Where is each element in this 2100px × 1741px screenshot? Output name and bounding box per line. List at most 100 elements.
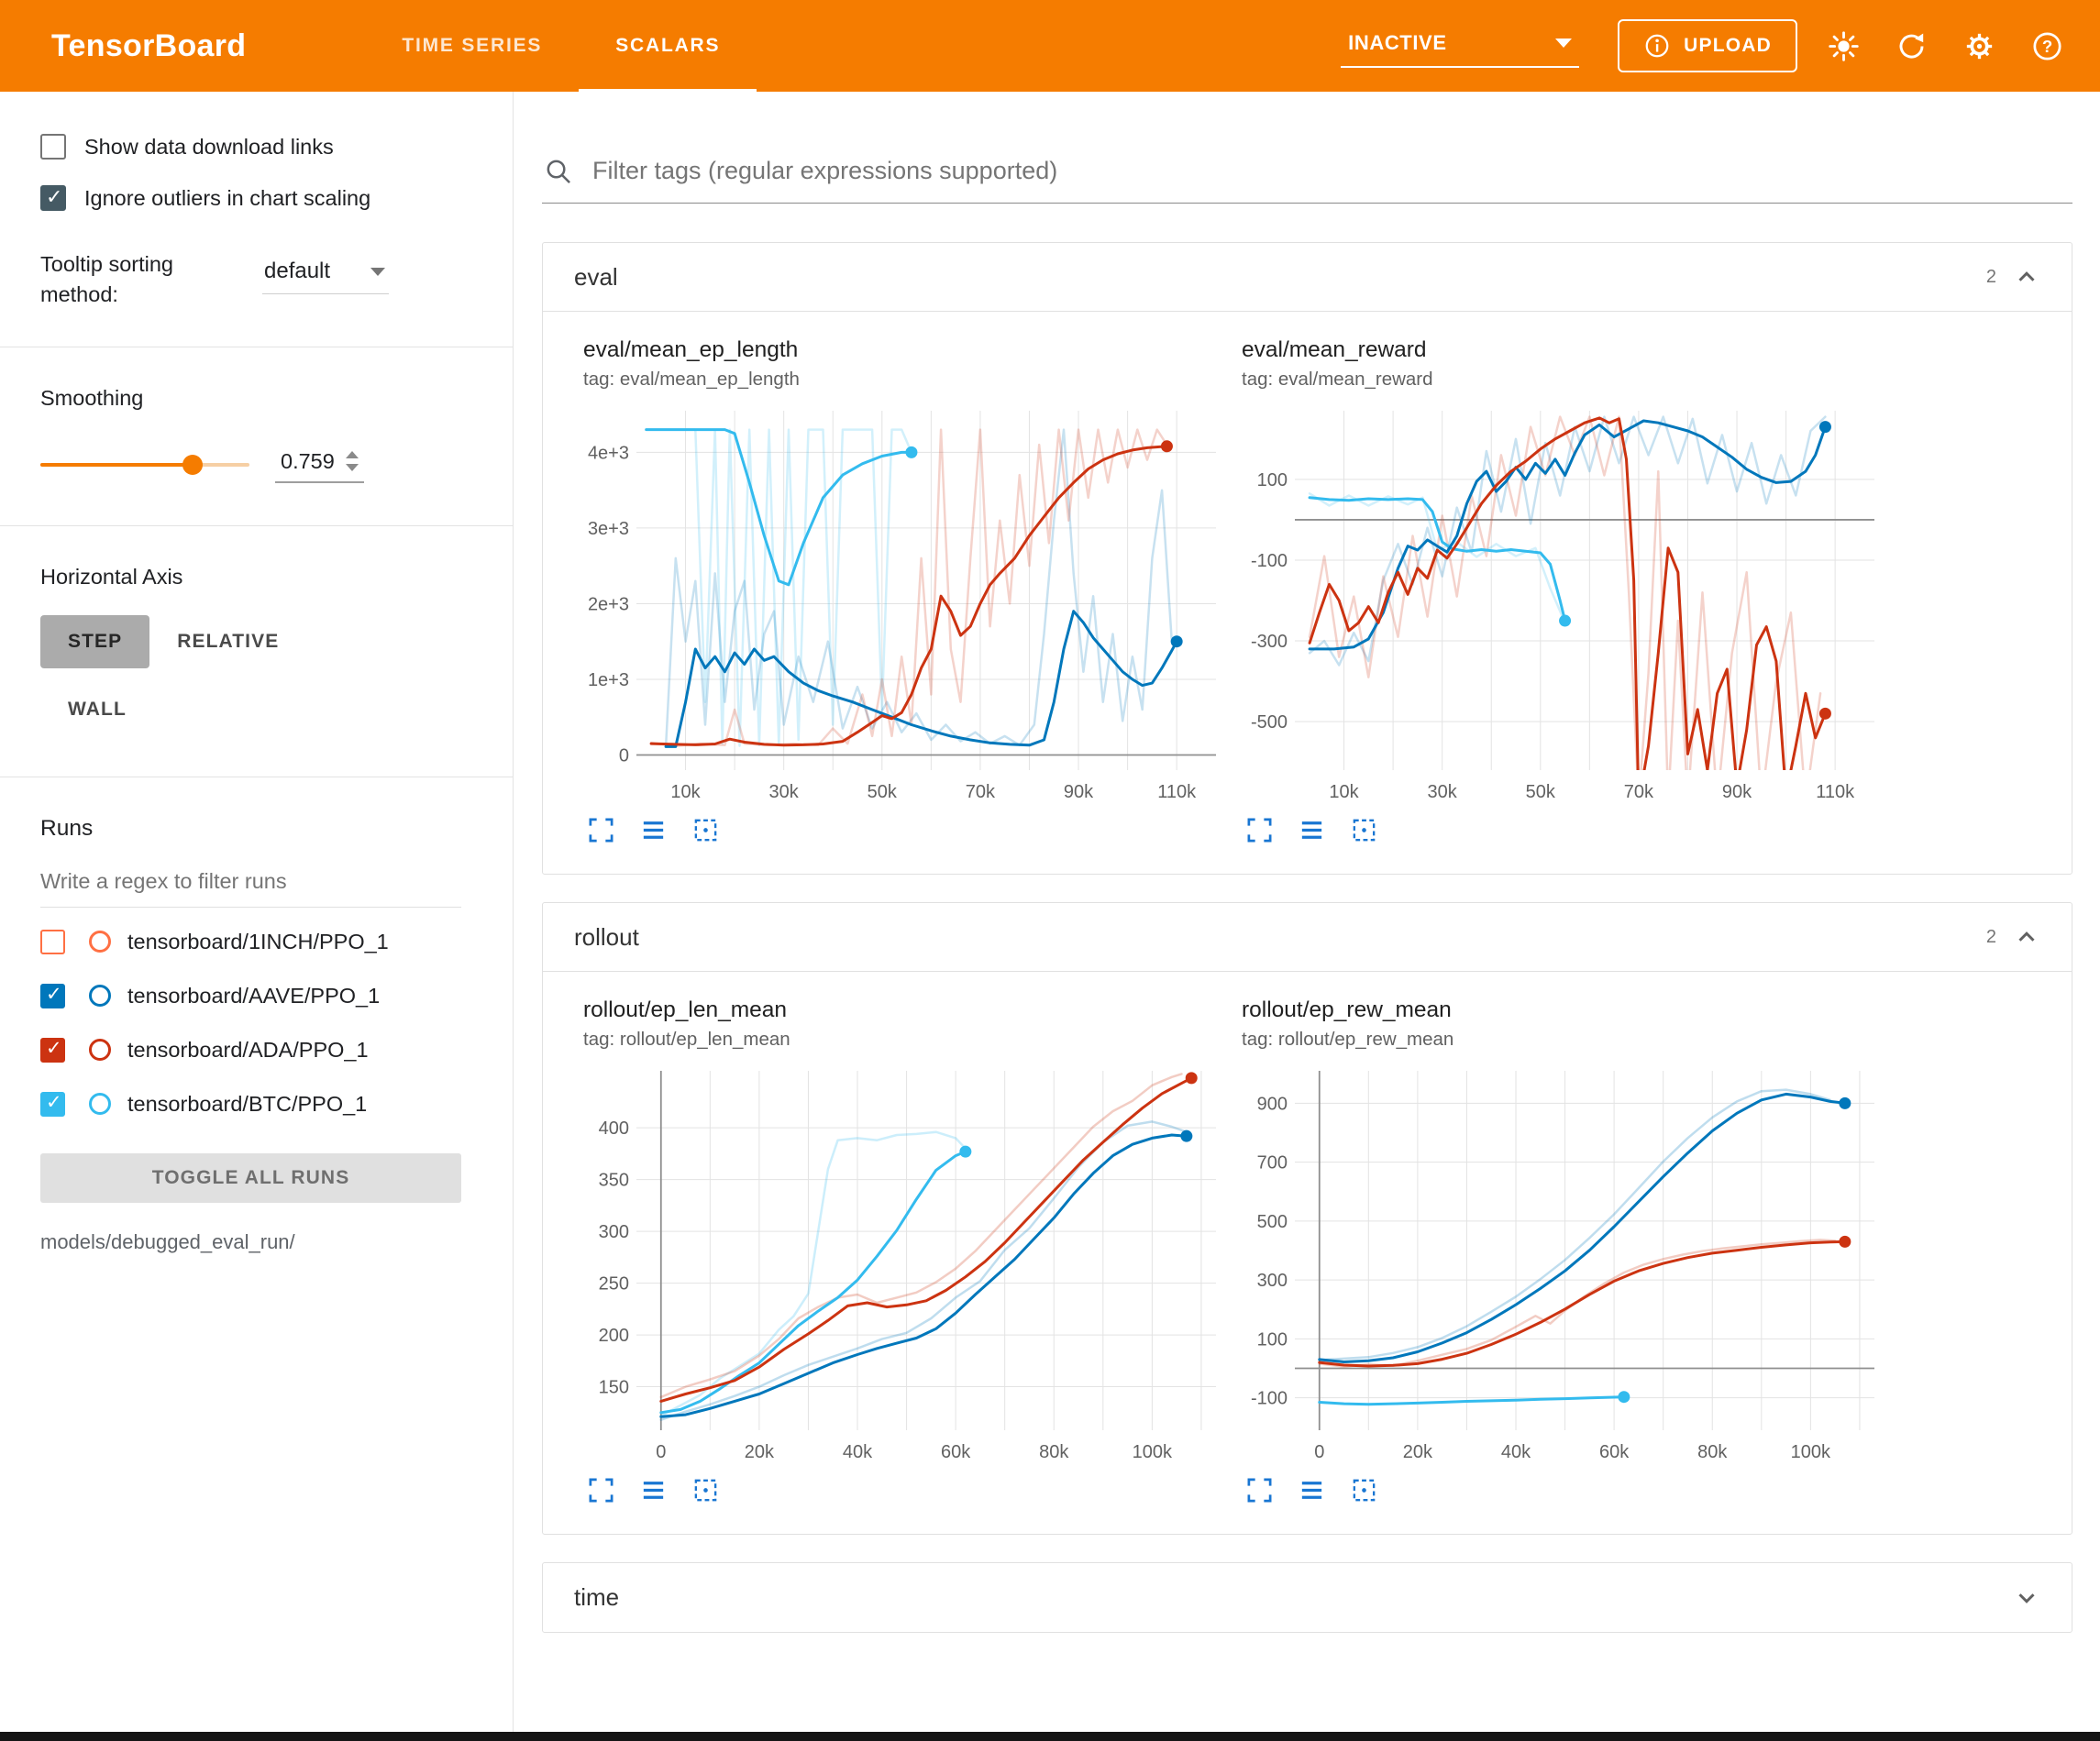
fullscreen-icon[interactable]: [1245, 1476, 1274, 1504]
tag-filter-row: [542, 156, 2072, 204]
run-row[interactable]: tensorboard/ADA/PPO_1: [40, 1023, 498, 1077]
data-table-icon[interactable]: [1298, 816, 1326, 844]
chart-canvas-c1[interactable]: 10k30k50k70k90k110k01e+32e+33e+34e+3: [583, 403, 1225, 807]
section-title: rollout: [574, 923, 639, 952]
run-color-circle: [89, 985, 111, 1007]
help-icon[interactable]: ?: [2025, 24, 2069, 68]
section-header-right: 2: [1986, 263, 2040, 291]
section-title: time: [574, 1583, 619, 1612]
chart-toolbar: [1245, 1476, 1884, 1504]
chart-title: eval/mean_reward: [1242, 337, 1884, 363]
run-label: tensorboard/1INCH/PPO_1: [127, 930, 389, 954]
ignore-outliers-checkbox[interactable]: [40, 185, 66, 211]
number-spinner[interactable]: [346, 451, 359, 471]
svg-text:10k: 10k: [1329, 782, 1359, 802]
svg-text:40k: 40k: [843, 1442, 873, 1462]
upload-button[interactable]: UPLOAD: [1618, 19, 1797, 72]
sections: eval2eval/mean_ep_lengthtag: eval/mean_e…: [542, 242, 2072, 1633]
run-row[interactable]: tensorboard/1INCH/PPO_1: [40, 915, 498, 969]
fit-domain-icon[interactable]: [1350, 816, 1378, 844]
chart-canvas-c3[interactable]: 020k40k60k80k100k150200250300350400: [583, 1063, 1225, 1467]
svg-text:40k: 40k: [1501, 1442, 1531, 1462]
axis-relative-button[interactable]: RELATIVE: [149, 615, 306, 668]
svg-text:100k: 100k: [1791, 1442, 1831, 1462]
tag-filter-input[interactable]: [591, 156, 2069, 186]
svg-text:110k: 110k: [1157, 782, 1197, 802]
smoothing-value: 0.759: [281, 449, 335, 474]
svg-text:50k: 50k: [868, 782, 898, 802]
axis-wall-button[interactable]: WALL: [40, 683, 154, 736]
svg-text:0: 0: [1314, 1442, 1324, 1462]
info-icon: [1643, 32, 1671, 60]
svg-text:-300: -300: [1251, 632, 1288, 652]
fit-domain-icon[interactable]: [1350, 1476, 1378, 1504]
section-header-right: 2: [1986, 923, 2040, 951]
settings-gear-icon[interactable]: [1957, 24, 2001, 68]
svg-text:500: 500: [1257, 1212, 1288, 1232]
run-checkbox[interactable]: [40, 930, 65, 954]
smoothing-value-input[interactable]: 0.759: [275, 447, 364, 483]
svg-text:30k: 30k: [1428, 782, 1458, 802]
run-color-circle: [89, 1039, 111, 1061]
svg-text:70k: 70k: [966, 782, 996, 802]
runs-filter-input[interactable]: [40, 869, 461, 908]
svg-text:100k: 100k: [1133, 1442, 1173, 1462]
brightness-icon[interactable]: [1821, 24, 1865, 68]
tab-scalars[interactable]: SCALARS: [579, 0, 757, 92]
runs-list: tensorboard/1INCH/PPO_1 tensorboard/AAVE/…: [0, 915, 513, 1131]
section-header-eval[interactable]: eval2: [543, 243, 2072, 312]
chevron-down-icon[interactable]: [2013, 1584, 2040, 1612]
search-icon: [544, 157, 572, 185]
tooltip-sorting-select[interactable]: default: [262, 255, 389, 294]
data-table-icon[interactable]: [639, 816, 668, 844]
toggle-all-runs-button[interactable]: TOGGLE ALL RUNS: [40, 1153, 461, 1203]
tooltip-sorting-value: default: [264, 259, 330, 284]
chevron-up-icon[interactable]: [2013, 263, 2040, 291]
models-path: models/debugged_eval_run/: [40, 1230, 472, 1254]
fullscreen-icon[interactable]: [1245, 816, 1274, 844]
svg-text:80k: 80k: [1039, 1442, 1069, 1462]
fullscreen-icon[interactable]: [587, 1476, 615, 1504]
chevron-up-icon[interactable]: [2013, 923, 2040, 951]
svg-text:-100: -100: [1251, 1389, 1288, 1409]
tab-time-series[interactable]: TIME SERIES: [365, 0, 579, 92]
chart-canvas-c2[interactable]: 10k30k50k70k90k110k-500-300-100100: [1242, 403, 1884, 807]
axis-step-button[interactable]: STEP: [40, 615, 149, 668]
data-table-icon[interactable]: [1298, 1476, 1326, 1504]
spinner-up-icon[interactable]: [346, 451, 359, 458]
smoothing-slider[interactable]: [40, 463, 249, 467]
status-dropdown[interactable]: INACTIVE: [1341, 24, 1579, 68]
fit-domain-icon[interactable]: [691, 816, 720, 844]
svg-text:300: 300: [599, 1222, 629, 1242]
section-card-rollout: rollout2rollout/ep_len_meantag: rollout/…: [542, 902, 2072, 1535]
app-header: TensorBoard TIME SERIES SCALARS INACTIVE…: [0, 0, 2100, 92]
smoothing-slider-thumb[interactable]: [182, 455, 203, 475]
svg-text:300: 300: [1257, 1271, 1288, 1291]
svg-text:150: 150: [599, 1378, 629, 1398]
refresh-icon[interactable]: [1889, 24, 1933, 68]
run-color-circle: [89, 1093, 111, 1115]
run-checkbox[interactable]: [40, 1038, 65, 1063]
run-label: tensorboard/ADA/PPO_1: [127, 1038, 369, 1063]
svg-text:?: ?: [2041, 37, 2051, 56]
fit-domain-icon[interactable]: [691, 1476, 720, 1504]
data-table-icon[interactable]: [639, 1476, 668, 1504]
svg-text:900: 900: [1257, 1094, 1288, 1114]
fullscreen-icon[interactable]: [587, 816, 615, 844]
run-row[interactable]: tensorboard/BTC/PPO_1: [40, 1077, 498, 1131]
svg-text:70k: 70k: [1624, 782, 1654, 802]
run-checkbox[interactable]: [40, 984, 65, 1008]
chart-toolbar: [1245, 816, 1884, 844]
section-card-eval: eval2eval/mean_ep_lengthtag: eval/mean_e…: [542, 242, 2072, 875]
show-download-checkbox[interactable]: [40, 134, 66, 160]
section-header-rollout[interactable]: rollout 2: [543, 903, 2072, 972]
chart-subtitle: tag: eval/mean_reward: [1242, 369, 1884, 391]
section-header-time[interactable]: time: [543, 1563, 2072, 1632]
chart-subtitle: tag: rollout/ep_rew_mean: [1242, 1029, 1884, 1051]
chart-c2: eval/mean_reward tag: eval/mean_reward 10k…: [1242, 337, 1884, 844]
run-row[interactable]: tensorboard/AAVE/PPO_1: [40, 969, 498, 1023]
smoothing-row: 0.759: [40, 447, 491, 483]
spinner-down-icon[interactable]: [346, 464, 359, 471]
run-checkbox[interactable]: [40, 1092, 65, 1117]
chart-canvas-c4[interactable]: 020k40k60k80k100k-100100300500700900: [1242, 1063, 1884, 1467]
